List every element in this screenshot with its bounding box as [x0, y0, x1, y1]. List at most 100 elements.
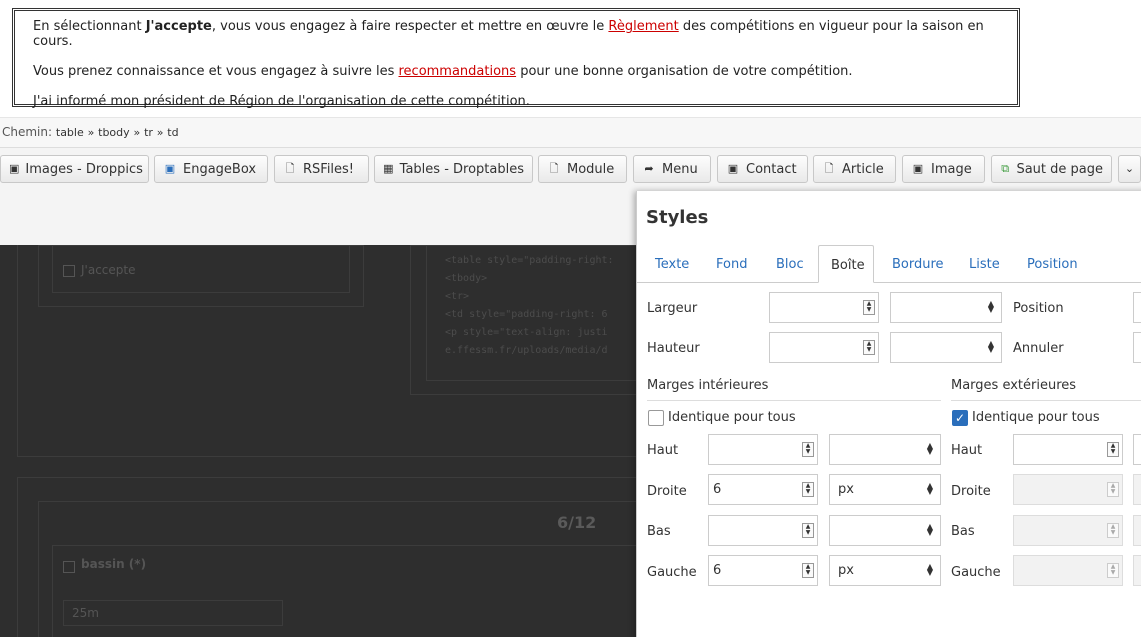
- images-droppics-button[interactable]: ▣ Images - Droppics: [0, 155, 149, 183]
- text: , vous vous engagez à faire respecter et…: [211, 19, 609, 34]
- spinner-arrows-icon[interactable]: ▲ ▼: [802, 523, 814, 538]
- padding-bottom-label: Bas: [647, 524, 671, 539]
- padding-top-input[interactable]: ▲ ▼: [708, 434, 818, 465]
- height-input[interactable]: ▲ ▼: [769, 332, 879, 363]
- spinner-arrows-icon[interactable]: ▲ ▼: [863, 300, 875, 315]
- margin-bottom-input: ▲ ▼: [1013, 515, 1123, 546]
- spinner-arrows-icon[interactable]: ▲ ▼: [802, 563, 814, 578]
- path-item-table[interactable]: table: [56, 126, 84, 139]
- tab-texte[interactable]: Texte: [645, 245, 699, 283]
- input-value: 6: [713, 563, 722, 578]
- recommandations-link[interactable]: recommandations: [398, 64, 516, 79]
- path-label: Chemin:: [2, 125, 53, 139]
- path-item-tbody[interactable]: tbody: [98, 126, 130, 139]
- margin-right-input: ▲ ▼: [1013, 474, 1123, 505]
- paragraph-recommendations: Vous prenez connaissance et vous engagez…: [33, 64, 999, 79]
- height-label: Hauteur: [647, 341, 700, 356]
- contact-icon: ▣: [727, 162, 739, 175]
- chevron-down-icon: ⌄: [1124, 162, 1135, 175]
- reglement-link[interactable]: Règlement: [608, 19, 678, 34]
- page-break-button[interactable]: ⧉ Saut de page: [991, 155, 1112, 183]
- spinner-arrows-icon: ▲ ▼: [1107, 563, 1119, 578]
- paragraph-rules: En sélectionnant J'accepte, vous vous en…: [33, 19, 999, 49]
- padding-left-label: Gauche: [647, 565, 697, 580]
- contact-button[interactable]: ▣ Contact: [717, 155, 808, 183]
- path-item-td[interactable]: td: [167, 126, 178, 139]
- margin-left-label: Gauche: [951, 565, 1001, 580]
- margin-left-input: ▲ ▼: [1013, 555, 1123, 586]
- margin-right-unit-select: [1133, 474, 1141, 505]
- width-input[interactable]: ▲ ▼: [769, 292, 879, 323]
- editor-content[interactable]: En sélectionnant J'accepte, vous vous en…: [12, 8, 1020, 109]
- text: pour une bonne organisation de votre com…: [516, 64, 853, 79]
- cancel-select[interactable]: [1133, 332, 1141, 363]
- spinner-arrows-icon[interactable]: ▲ ▼: [1107, 442, 1119, 457]
- margin-bottom-label: Bas: [951, 524, 975, 539]
- margin-same-checkbox[interactable]: ✓: [952, 410, 968, 426]
- paragraph-president: J'ai informé mon président de Région de …: [33, 94, 530, 109]
- padding-right-label: Droite: [647, 484, 687, 499]
- spinner-arrows-icon[interactable]: ▲ ▼: [863, 340, 875, 355]
- button-label: Images - Droppics: [25, 161, 143, 177]
- box-icon: ▣: [164, 162, 176, 175]
- button-label: RSFiles!: [303, 161, 355, 177]
- padding-bottom-unit-select[interactable]: ▲ ▼: [829, 515, 941, 546]
- padding-same-label: Identique pour tous: [668, 410, 796, 425]
- divider: [951, 400, 1141, 401]
- padding-top-label: Haut: [647, 443, 679, 458]
- button-label: Menu: [662, 161, 698, 177]
- select-value: px: [838, 482, 854, 497]
- article-button[interactable]: 🗋 Article: [813, 155, 896, 183]
- text: En sélectionnant: [33, 19, 146, 34]
- tab-boite[interactable]: Boîte: [818, 245, 874, 283]
- margin-top-unit-select[interactable]: [1133, 434, 1141, 465]
- text: Vous prenez connaissance et vous engagez…: [33, 64, 399, 79]
- dialog-title: Styles: [646, 207, 709, 228]
- select-arrows-icon: ▲ ▼: [926, 522, 933, 537]
- tab-bordure[interactable]: Bordure: [882, 245, 954, 283]
- select-arrows-icon: ▲ ▼: [926, 562, 933, 577]
- path-separator: »: [133, 126, 141, 139]
- padding-right-input[interactable]: 6 ▲ ▼: [708, 474, 818, 505]
- file-icon: 🗋: [285, 162, 295, 175]
- divider: [647, 400, 941, 401]
- cancel-label: Annuler: [1013, 341, 1064, 356]
- padding-left-input[interactable]: 6 ▲ ▼: [708, 555, 818, 586]
- ghost-section: [17, 245, 637, 457]
- margin-top-label: Haut: [951, 443, 983, 458]
- height-unit-select[interactable]: ▲ ▼: [890, 332, 1002, 363]
- spinner-arrows-icon[interactable]: ▲ ▼: [802, 482, 814, 497]
- width-unit-select[interactable]: ▲ ▼: [890, 292, 1002, 323]
- engagebox-button[interactable]: ▣ EngageBox: [154, 155, 268, 183]
- path-item-tr[interactable]: tr: [144, 126, 153, 139]
- tab-fond[interactable]: Fond: [706, 245, 757, 283]
- tab-position[interactable]: Position: [1017, 245, 1088, 283]
- tab-bloc[interactable]: Bloc: [766, 245, 814, 283]
- padding-right-unit-select[interactable]: px ▲ ▼: [829, 474, 941, 505]
- tables-droptables-button[interactable]: ▦ Tables - Droptables: [374, 155, 533, 183]
- padding-top-unit-select[interactable]: ▲ ▼: [829, 434, 941, 465]
- image-button[interactable]: ▣ Image: [902, 155, 985, 183]
- button-label: Tables - Droptables: [399, 161, 524, 177]
- file-icon: 🗋: [549, 162, 559, 175]
- button-label: Contact: [746, 161, 797, 177]
- padding-left-unit-select[interactable]: px ▲ ▼: [829, 555, 941, 586]
- toggle-editor-button[interactable]: ⌄: [1118, 155, 1141, 183]
- ghost-counter: 6/12: [557, 513, 597, 532]
- padding-same-checkbox[interactable]: [648, 410, 664, 426]
- position-select[interactable]: [1133, 292, 1141, 323]
- element-path: Chemin: table » tbody » tr » td: [0, 117, 1141, 147]
- button-label: EngageBox: [183, 161, 257, 177]
- spinner-arrows-icon: ▲ ▼: [1107, 482, 1119, 497]
- menu-button[interactable]: ➦ Menu: [633, 155, 711, 183]
- button-label: Image: [931, 161, 972, 177]
- ghost-bassin-value: 25m: [72, 606, 99, 620]
- button-label: Saut de page: [1016, 161, 1103, 177]
- spinner-arrows-icon[interactable]: ▲ ▼: [802, 442, 814, 457]
- module-button[interactable]: 🗋 Module: [538, 155, 627, 183]
- margin-top-input[interactable]: ▲ ▼: [1013, 434, 1123, 465]
- rsfiles-button[interactable]: 🗋 RSFiles!: [274, 155, 369, 183]
- tab-liste[interactable]: Liste: [959, 245, 1010, 283]
- margin-bottom-unit-select: [1133, 515, 1141, 546]
- padding-bottom-input[interactable]: ▲ ▼: [708, 515, 818, 546]
